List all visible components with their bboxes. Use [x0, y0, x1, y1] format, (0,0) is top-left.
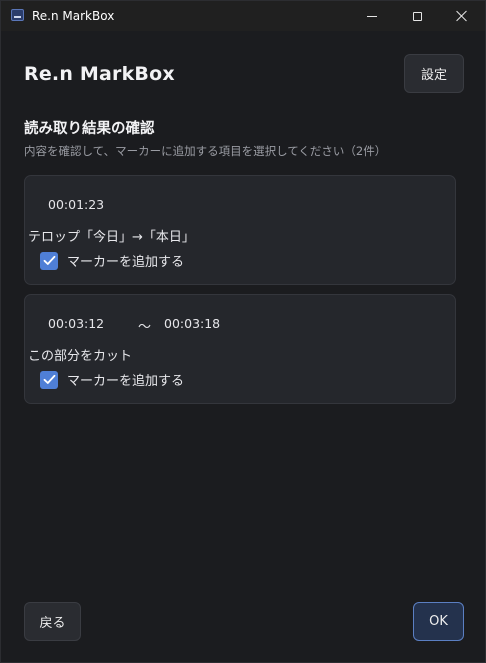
- result-text: テロップ「今日」→「本日」: [28, 230, 195, 245]
- checkmark-icon: [43, 255, 55, 265]
- checkmark-icon: [43, 374, 55, 384]
- add-marker-toggle[interactable]: マーカーを追加する: [40, 370, 184, 389]
- page-title: Re.n MarkBox: [24, 63, 175, 85]
- start-timecode: 00:01:23: [48, 197, 105, 212]
- title-bar[interactable]: Re.n MarkBox: [1, 1, 485, 31]
- section-title: 読み取り結果の確認: [24, 121, 155, 137]
- section-subtitle: 内容を確認して、マーカーに追加する項目を選択してください（2件）: [24, 144, 387, 158]
- maximize-icon: [412, 11, 422, 21]
- result-card: 00:01:23 テロップ「今日」→「本日」 マーカーを追加する: [24, 175, 456, 285]
- minimize-icon: [367, 15, 377, 17]
- result-card: 00:03:12 〜 00:03:18 この部分をカット マーカーを追加する: [24, 294, 456, 404]
- range-separator: 〜: [138, 320, 152, 335]
- ok-button[interactable]: OK: [413, 602, 464, 641]
- minimize-button[interactable]: [349, 1, 395, 31]
- back-button[interactable]: 戻る: [24, 602, 81, 641]
- app-logo-icon: [11, 9, 24, 21]
- close-button[interactable]: [439, 1, 485, 31]
- maximize-button[interactable]: [394, 1, 440, 31]
- start-timecode: 00:03:12: [48, 316, 105, 331]
- end-timecode: 00:03:18: [164, 316, 221, 331]
- close-icon: [456, 10, 468, 22]
- add-marker-checkbox[interactable]: [40, 251, 58, 270]
- settings-button[interactable]: 設定: [404, 54, 464, 93]
- app-window: Re.n MarkBox Re.n MarkBox 設定 読み取り結果の確認 内…: [0, 0, 486, 663]
- add-marker-label: マーカーを追加する: [67, 374, 185, 389]
- add-marker-toggle[interactable]: マーカーを追加する: [40, 251, 184, 270]
- add-marker-label: マーカーを追加する: [67, 255, 185, 270]
- result-text: この部分をカット: [28, 349, 133, 364]
- window-title: Re.n MarkBox: [32, 9, 115, 23]
- add-marker-checkbox[interactable]: [40, 370, 58, 389]
